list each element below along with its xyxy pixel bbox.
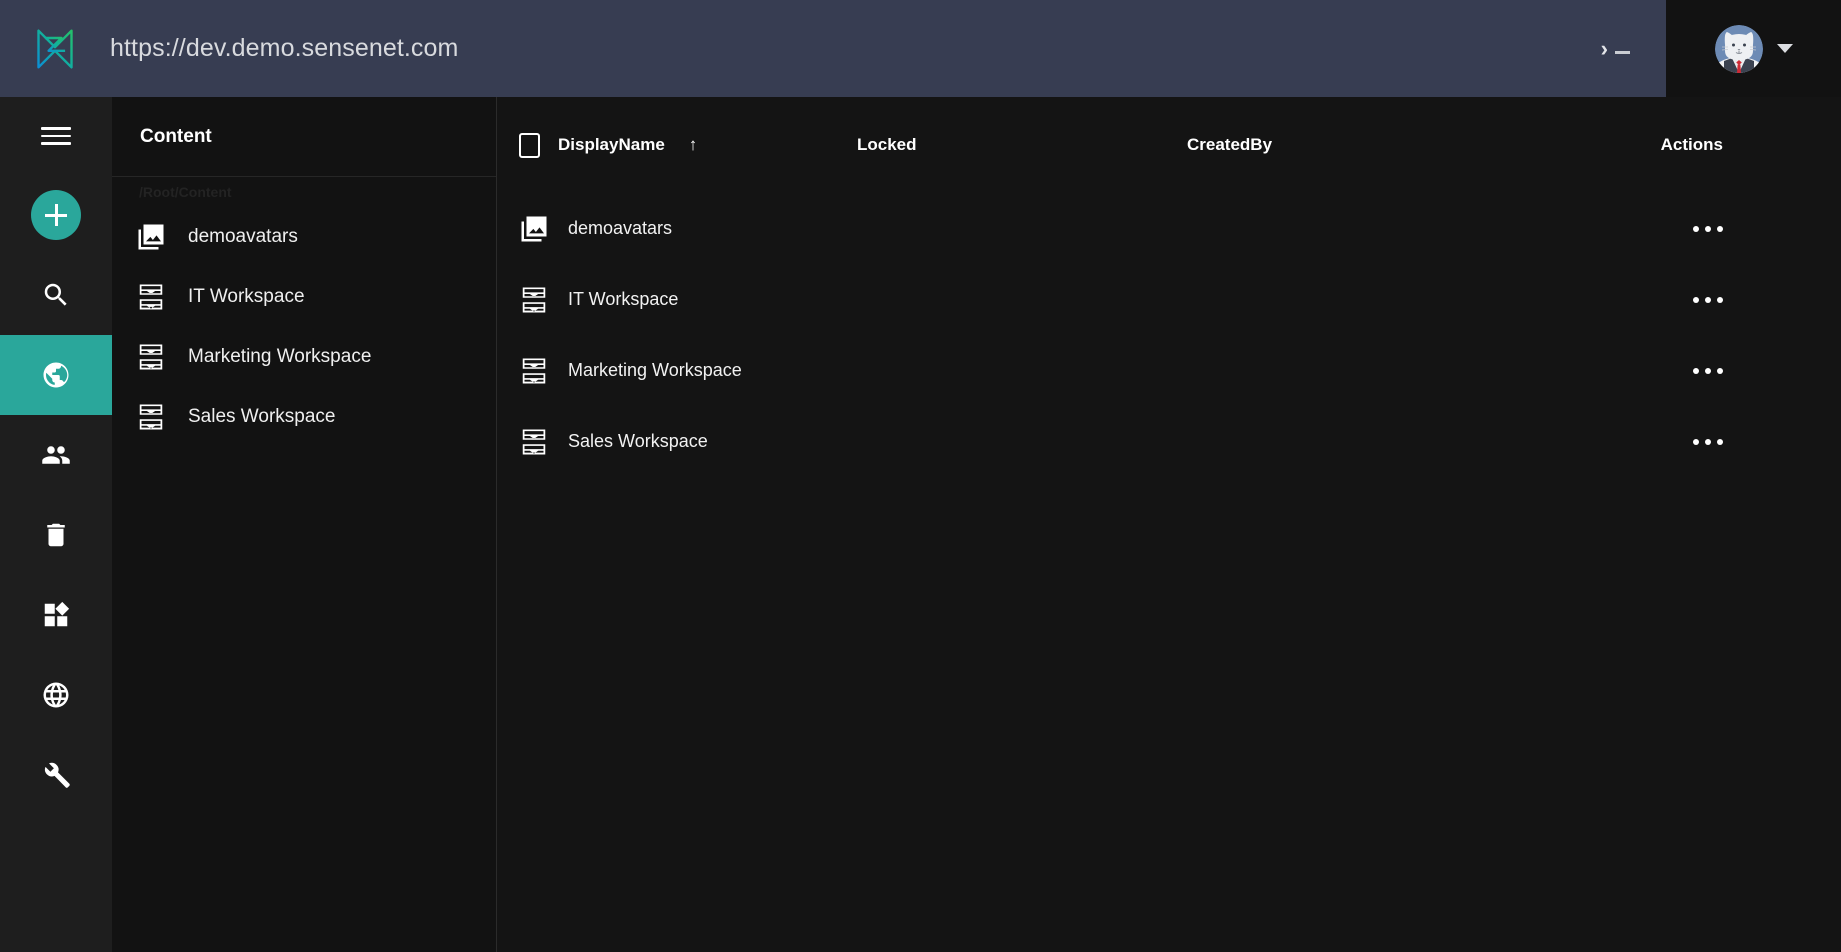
cell-actions [1627,193,1841,264]
cat-avatar[interactable] [1714,24,1763,73]
row-display-name: Sales Workspace [568,431,708,451]
cell-createdby [1187,406,1627,477]
tree-item-label: Marketing Workspace [188,346,372,367]
table-row[interactable]: demoavatars [497,193,1841,264]
row-display-name: IT Workspace [568,289,679,309]
cell-displayname: Sales Workspace [497,406,857,477]
workspace-icon [519,427,549,457]
terminal-prompt-icon[interactable]: › [1600,35,1630,61]
table-header-row: DisplayName ↑ Locked CreatedBy Actions [497,97,1841,193]
top-bar: https://dev.demo.sensenet.com › [0,0,1666,97]
content-table-panel: DisplayName ↑ Locked CreatedBy Actions d… [496,97,1841,952]
breadcrumb[interactable]: /Root/Content [112,177,496,205]
people-icon [42,446,70,464]
cell-createdby [1187,264,1627,335]
app-root: https://dev.demo.sensenet.com › Content … [0,0,1841,952]
cell-actions [1627,406,1841,477]
sensenet-logo [37,28,73,69]
table-row[interactable]: IT Workspace [497,264,1841,335]
workspace-icon [136,342,166,372]
new-content-button[interactable] [0,175,112,255]
trash-icon [47,523,65,547]
cell-createdby [1187,335,1627,406]
console-chevron-glyph: › [1600,35,1608,61]
plus-icon [31,190,81,240]
tree-item-sales-workspace[interactable]: Sales Workspace [112,387,496,447]
tree-item-label: Sales Workspace [188,406,336,427]
cell-displayname: demoavatars [497,193,857,264]
tree-list: demoavatars IT Workspace Marketing Works… [112,205,496,447]
users-button[interactable] [0,415,112,495]
cell-locked [857,335,1187,406]
setup-button[interactable] [0,735,112,815]
cell-displayname: Marketing Workspace [497,335,857,406]
cell-locked [857,406,1187,477]
url-label: https://dev.demo.sensenet.com [110,34,459,62]
language-globe-icon [43,682,69,708]
dashboard-icon [44,601,70,627]
workspace-icon [519,285,549,315]
tree-item-it-workspace[interactable]: IT Workspace [112,267,496,327]
workspace-icon [519,356,549,386]
content-table: DisplayName ↑ Locked CreatedBy Actions d… [497,97,1841,477]
logo-container[interactable] [0,0,110,97]
cell-createdby [1187,193,1627,264]
cell-locked [857,193,1187,264]
cell-actions [1627,264,1841,335]
globe-content-icon [43,362,69,388]
tree-item-label: demoavatars [188,226,298,247]
dashboard-button[interactable] [0,575,112,655]
column-header-displayname[interactable]: DisplayName ↑ [497,97,857,193]
row-actions-menu-icon[interactable] [1627,296,1841,303]
row-display-name: Marketing Workspace [568,360,742,380]
chevron-down-icon[interactable] [1776,44,1793,53]
image-library-icon [519,214,549,244]
tree-item-demoavatars[interactable]: demoavatars [112,207,496,267]
workspace-icon [136,402,166,432]
sort-ascending-icon: ↑ [688,135,698,154]
column-header-actions: Actions [1660,135,1723,154]
column-header-displayname-label: DisplayName [558,135,665,154]
user-area [1666,0,1841,97]
left-rail [0,97,112,952]
hamburger-menu-icon [41,122,71,150]
table-body: demoavatars IT Workspace Marketing Works… [497,193,1841,477]
search-icon [44,283,67,306]
image-library-icon [136,222,166,252]
row-actions-menu-icon[interactable] [1627,225,1841,232]
trash-button[interactable] [0,495,112,575]
tree-header: Content [112,97,496,177]
page-title: Content [140,125,212,147]
console-underscore-glyph [1615,50,1630,54]
cell-displayname: IT Workspace [497,264,857,335]
column-header-locked[interactable]: Locked [857,97,1187,193]
menu-toggle[interactable] [0,97,112,175]
workspace-icon [136,282,166,312]
table-head: DisplayName ↑ Locked CreatedBy Actions [497,97,1841,193]
cell-actions [1627,335,1841,406]
cell-locked [857,264,1187,335]
row-actions-menu-icon[interactable] [1627,438,1841,445]
tree-item-marketing-workspace[interactable]: Marketing Workspace [112,327,496,387]
content-button[interactable] [0,335,112,415]
search-button[interactable] [0,255,112,335]
tree-panel: Content /Root/Content demoavatars IT Wor… [112,97,496,952]
row-display-name: demoavatars [568,218,673,238]
localization-button[interactable] [0,655,112,735]
wrench-icon [44,762,70,788]
table-row[interactable]: Sales Workspace [497,406,1841,477]
table-row[interactable]: Marketing Workspace [497,335,1841,406]
tree-item-label: IT Workspace [188,286,305,307]
column-header-createdby[interactable]: CreatedBy [1187,97,1627,193]
select-all-checkbox[interactable] [519,132,540,158]
row-actions-menu-icon[interactable] [1627,367,1841,374]
